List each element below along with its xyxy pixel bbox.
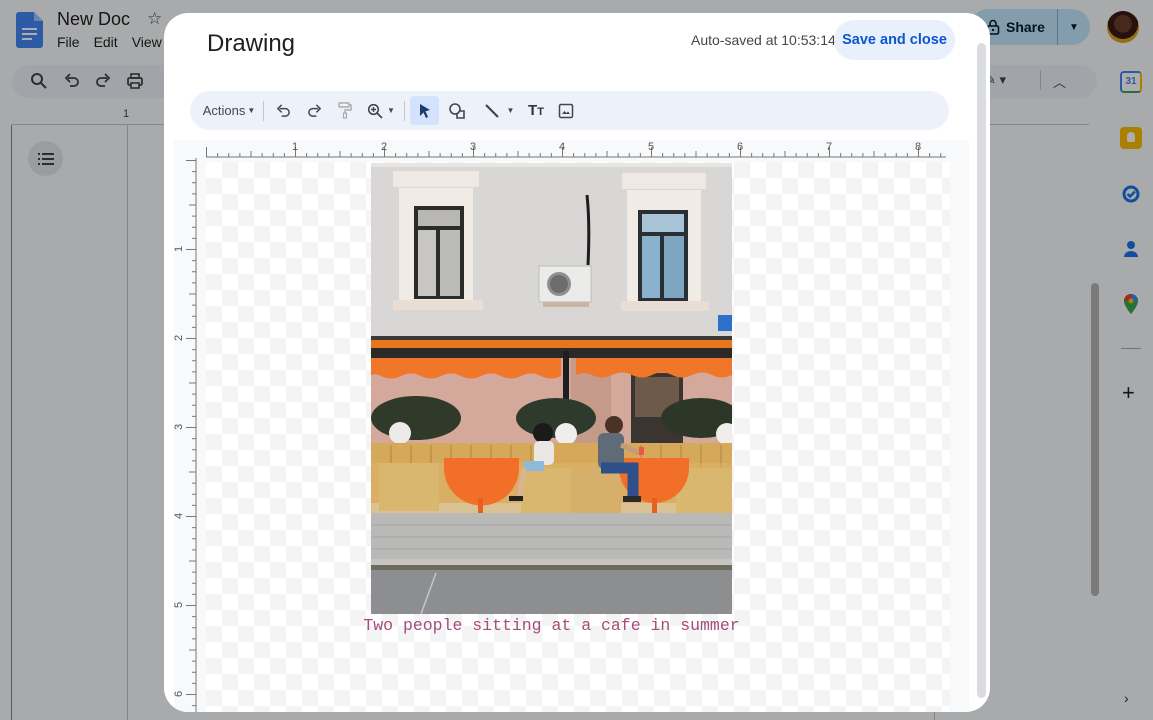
ruler-label: 6 — [737, 141, 743, 153]
undo-button[interactable] — [271, 96, 295, 125]
toolbar-divider — [263, 101, 264, 121]
drawing-dialog: Drawing Auto-saved at 10:53:14 Save and … — [164, 13, 990, 712]
ruler-label: 3 — [470, 141, 476, 153]
paint-roller-icon — [338, 102, 352, 119]
ruler-label: 6 — [174, 691, 185, 697]
ruler-label: 2 — [174, 335, 185, 341]
vertical-ruler[interactable]: 1 2 3 4 5 6 — [174, 158, 197, 712]
image-tool-button[interactable] — [553, 96, 579, 125]
text-box-tool-button[interactable]: TT — [523, 96, 549, 125]
redo-button[interactable] — [302, 96, 326, 125]
redo-icon — [307, 104, 321, 117]
cafe-photo-graphic — [371, 163, 732, 614]
ruler-label: 1 — [174, 246, 185, 252]
cafe-photo[interactable] — [371, 163, 732, 614]
toolbar-divider — [404, 101, 405, 121]
zoom-button[interactable]: ▼ — [363, 96, 399, 125]
actions-label: Actions — [202, 103, 246, 118]
image-caption[interactable]: Two people sitting at a cafe in summer — [354, 616, 749, 635]
shape-tool-button[interactable] — [444, 96, 470, 125]
save-and-close-button[interactable]: Save and close — [834, 20, 955, 60]
ruler-label: 1 — [292, 141, 298, 153]
ruler-label: 5 — [648, 141, 654, 153]
ruler-label: 2 — [381, 141, 387, 153]
image-icon — [558, 103, 574, 118]
dialog-title: Drawing — [207, 30, 296, 57]
line-icon — [484, 103, 499, 118]
ruler-label: 4 — [559, 141, 565, 153]
dialog-scrollbar[interactable] — [977, 43, 986, 698]
paint-format-button[interactable] — [333, 96, 357, 125]
select-tool-button[interactable] — [410, 96, 439, 125]
horizontal-ruler[interactable]: 1 2 3 4 5 6 7 8 — [206, 140, 958, 158]
cursor-arrow-icon — [419, 103, 430, 118]
chevron-down-icon: ▼ — [506, 106, 515, 115]
chevron-down-icon: ▼ — [387, 106, 395, 115]
chevron-down-icon: ▼ — [247, 106, 256, 115]
ruler-label: 3 — [174, 424, 185, 430]
zoom-in-icon — [367, 103, 383, 119]
text-box-icon: TT — [528, 102, 544, 119]
ruler-label: 4 — [174, 513, 185, 519]
ruler-label: 8 — [915, 141, 921, 153]
line-tool-button[interactable]: ▼ — [478, 96, 520, 125]
ruler-label: 5 — [174, 602, 185, 608]
drawing-toolbar: Actions ▼ ▼ ▼ TT — [190, 91, 949, 130]
autosave-status: Auto-saved at 10:53:14 — [691, 32, 836, 48]
undo-icon — [276, 104, 290, 117]
actions-menu-button[interactable]: Actions ▼ — [200, 96, 258, 125]
shape-icon — [449, 102, 465, 119]
ruler-label: 7 — [826, 141, 832, 153]
